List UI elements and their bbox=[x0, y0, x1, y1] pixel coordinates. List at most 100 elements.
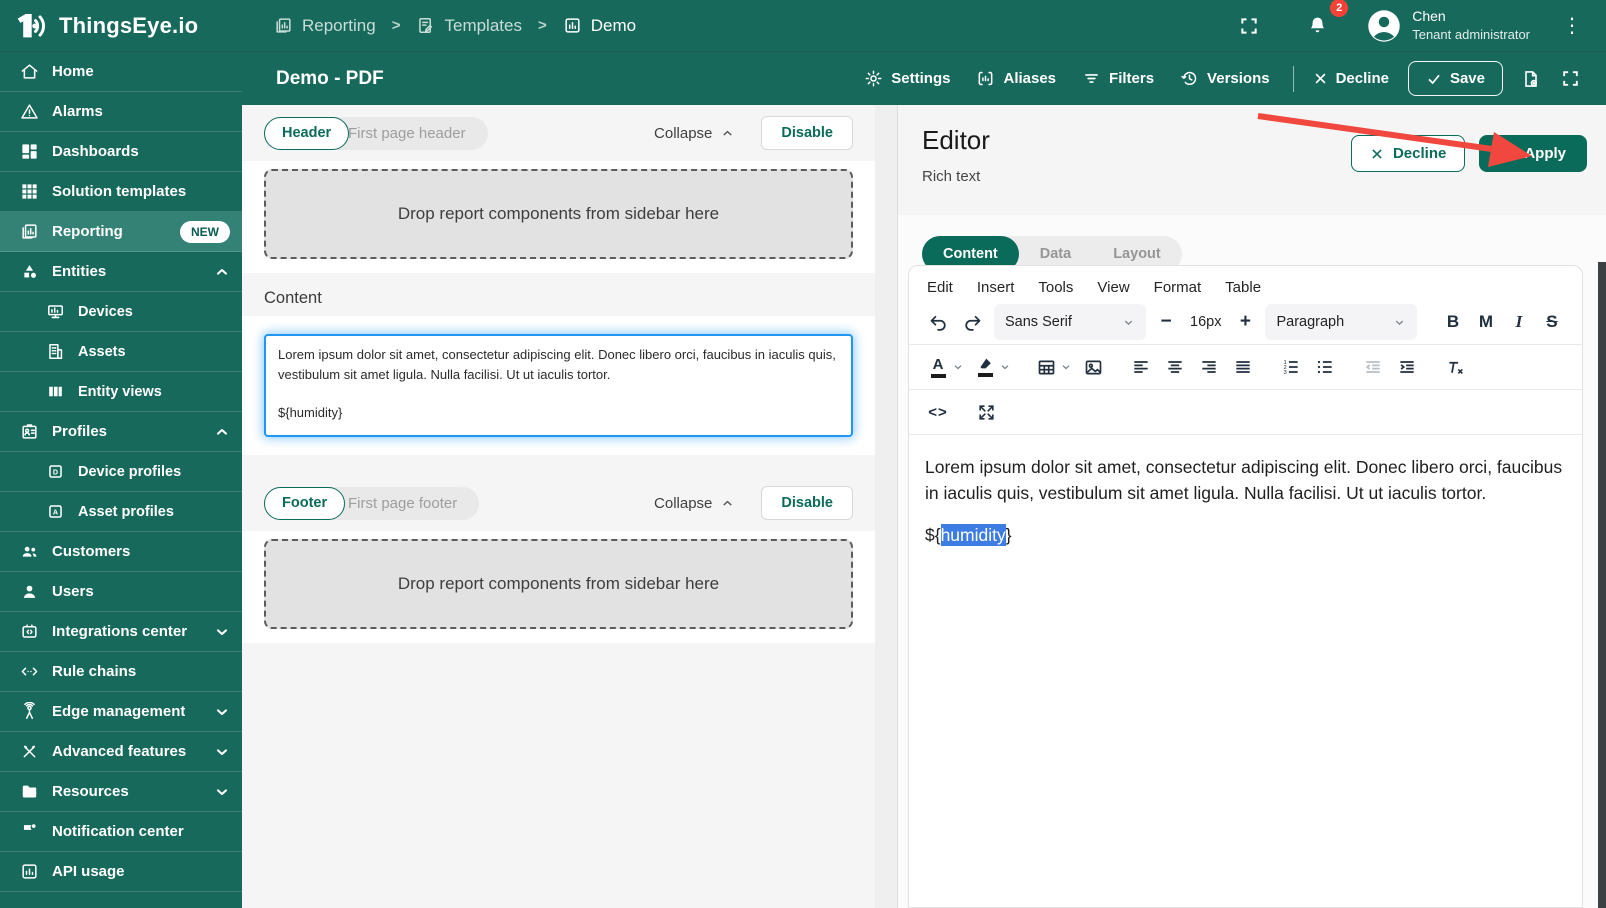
sidebar-item-profiles[interactable]: Profiles bbox=[0, 412, 242, 452]
breadcrumb-demo[interactable]: Demo bbox=[563, 16, 636, 36]
font-size-increase-button[interactable]: + bbox=[1230, 311, 1260, 333]
highlight-color-icon[interactable] bbox=[968, 350, 1002, 384]
export-pdf-icon[interactable] bbox=[1511, 60, 1551, 98]
footer-disable-button[interactable]: Disable bbox=[761, 486, 853, 521]
table-chevron-icon[interactable] bbox=[1060, 361, 1072, 373]
asset-profiles-icon: A bbox=[46, 502, 65, 521]
sidebar-item-api-usage[interactable]: API usage bbox=[0, 852, 242, 892]
sidebar-item-label: Alarms bbox=[52, 103, 103, 120]
unordered-list-icon[interactable] bbox=[1308, 350, 1342, 384]
sidebar-item-users[interactable]: Users bbox=[0, 572, 242, 612]
footer-dropzone[interactable]: Drop report components from sidebar here bbox=[264, 539, 853, 630]
sidebar-item-reporting[interactable]: Reporting NEW bbox=[0, 212, 242, 252]
app-logo[interactable]: ThingsEye.io bbox=[0, 9, 242, 43]
ordered-list-icon[interactable]: 123 bbox=[1274, 350, 1308, 384]
sidebar-item-devices[interactable]: Devices bbox=[0, 292, 242, 332]
format-i-button[interactable]: I bbox=[1502, 312, 1535, 332]
footer-collapse-button[interactable]: Collapse bbox=[654, 495, 735, 512]
sidebar-item-entity-views[interactable]: Entity views bbox=[0, 372, 242, 412]
rule-chains-icon bbox=[20, 662, 39, 681]
sidebar-item-customers[interactable]: Customers bbox=[0, 532, 242, 572]
table-icon[interactable] bbox=[1029, 350, 1063, 384]
format-b-button[interactable]: B bbox=[1436, 312, 1469, 332]
filters-button[interactable]: Filters bbox=[1071, 61, 1165, 96]
font-size-value[interactable]: 16px bbox=[1181, 314, 1230, 330]
kebab-menu-icon[interactable]: ⋮ bbox=[1558, 16, 1586, 36]
preview-paragraph: Lorem ipsum dolor sit amet, consectetur … bbox=[278, 347, 836, 383]
content-section-area: Lorem ipsum dolor sit amet, consectetur … bbox=[242, 316, 875, 456]
editor-decline-button[interactable]: Decline bbox=[1350, 135, 1466, 172]
editor-content-body[interactable]: Lorem ipsum dolor sit amet, consectetur … bbox=[909, 435, 1582, 567]
settings-button[interactable]: Settings bbox=[853, 61, 961, 96]
sidebar-item-advanced-features[interactable]: Advanced features bbox=[0, 732, 242, 772]
menu-insert[interactable]: Insert bbox=[977, 279, 1015, 296]
richtext-component-preview[interactable]: Lorem ipsum dolor sit amet, consectetur … bbox=[264, 334, 853, 438]
chevron-down-icon[interactable] bbox=[214, 784, 230, 800]
header-collapse-button[interactable]: Collapse bbox=[654, 125, 735, 142]
footer-chip[interactable]: Footer bbox=[264, 486, 346, 520]
sidebar-item-label: Integrations center bbox=[52, 623, 188, 640]
chevron-down-icon[interactable] bbox=[214, 624, 230, 640]
undo-icon[interactable] bbox=[921, 305, 955, 339]
indent-icon[interactable] bbox=[1390, 350, 1424, 384]
aliases-button[interactable]: Aliases bbox=[965, 61, 1067, 96]
sidebar-item-asset-profiles[interactable]: A Asset profiles bbox=[0, 492, 242, 532]
font-size-decrease-button[interactable]: − bbox=[1151, 311, 1181, 333]
chevron-down-icon[interactable] bbox=[214, 744, 230, 760]
header-disable-button[interactable]: Disable bbox=[761, 116, 853, 150]
menu-tools[interactable]: Tools bbox=[1038, 279, 1073, 296]
image-icon[interactable] bbox=[1076, 350, 1110, 384]
save-button[interactable]: Save bbox=[1407, 61, 1503, 96]
sidebar-item-solution-templates[interactable]: Solution templates bbox=[0, 172, 242, 212]
align-justify-icon[interactable] bbox=[1226, 350, 1260, 384]
source-code-icon[interactable]: <> bbox=[921, 395, 955, 429]
sidebar-item-integrations-center[interactable]: Integrations center bbox=[0, 612, 242, 652]
redo-icon[interactable] bbox=[955, 305, 989, 339]
sidebar-item-entities[interactable]: Entities bbox=[0, 252, 242, 292]
block-format-select[interactable]: Paragraph bbox=[1265, 304, 1418, 340]
report-header-area: Drop report components from sidebar here bbox=[242, 161, 875, 273]
sidebar-item-resources[interactable]: Resources bbox=[0, 772, 242, 812]
outdent-icon[interactable] bbox=[1356, 350, 1390, 384]
fullscreen-icon[interactable] bbox=[1551, 61, 1590, 96]
text-color-chevron-icon[interactable] bbox=[952, 361, 964, 373]
align-center-icon[interactable] bbox=[1158, 350, 1192, 384]
sidebar-item-label: Home bbox=[52, 63, 94, 80]
header-chip[interactable]: Header bbox=[264, 116, 350, 150]
integrations-icon bbox=[20, 622, 39, 641]
header-dropzone[interactable]: Drop report components from sidebar here bbox=[264, 169, 853, 259]
breadcrumb-templates[interactable]: Templates bbox=[416, 16, 522, 36]
editor-apply-button[interactable]: Apply bbox=[1479, 135, 1587, 172]
versions-button[interactable]: Versions bbox=[1169, 61, 1281, 96]
sidebar-item-device-profiles[interactable]: D Device profiles bbox=[0, 452, 242, 492]
sidebar-item-notification-center[interactable]: Notification center bbox=[0, 812, 242, 852]
chevron-up-icon[interactable] bbox=[214, 424, 230, 440]
chevron-up-icon[interactable] bbox=[214, 264, 230, 280]
menu-view[interactable]: View bbox=[1097, 279, 1129, 296]
sidebar-item-rule-chains[interactable]: Rule chains bbox=[0, 652, 242, 692]
menu-edit[interactable]: Edit bbox=[927, 279, 953, 296]
sidebar-item-assets[interactable]: Assets bbox=[0, 332, 242, 372]
sidebar-item-home[interactable]: Home bbox=[0, 52, 242, 92]
breadcrumb-reporting[interactable]: Reporting bbox=[274, 16, 376, 36]
decline-button-header[interactable]: Decline bbox=[1302, 62, 1400, 95]
format-s-button[interactable]: S bbox=[1535, 312, 1568, 332]
sidebar-item-edge-management[interactable]: Edge management bbox=[0, 692, 242, 732]
menu-table[interactable]: Table bbox=[1225, 279, 1261, 296]
highlight-color-chevron-icon[interactable] bbox=[999, 361, 1011, 373]
notifications-bell-icon[interactable]: 2 bbox=[1297, 0, 1349, 44]
format-m-button[interactable]: M bbox=[1469, 312, 1502, 332]
align-left-icon[interactable] bbox=[1124, 350, 1158, 384]
editor-fullscreen-icon[interactable] bbox=[969, 395, 1003, 429]
user-menu[interactable]: Chen Tenant administrator bbox=[1366, 7, 1530, 43]
fullscreen-icon[interactable] bbox=[1229, 8, 1269, 44]
font-family-select[interactable]: Sans Serif bbox=[994, 304, 1146, 340]
sidebar-item-dashboards[interactable]: Dashboards bbox=[0, 132, 242, 172]
align-right-icon[interactable] bbox=[1192, 350, 1226, 384]
scrollbar-thumb[interactable] bbox=[1598, 262, 1606, 908]
text-color-icon[interactable]: A bbox=[921, 350, 955, 384]
clear-formatting-icon[interactable] bbox=[1438, 350, 1472, 384]
chevron-down-icon[interactable] bbox=[214, 704, 230, 720]
sidebar-item-alarms[interactable]: Alarms bbox=[0, 92, 242, 132]
menu-format[interactable]: Format bbox=[1154, 279, 1202, 296]
